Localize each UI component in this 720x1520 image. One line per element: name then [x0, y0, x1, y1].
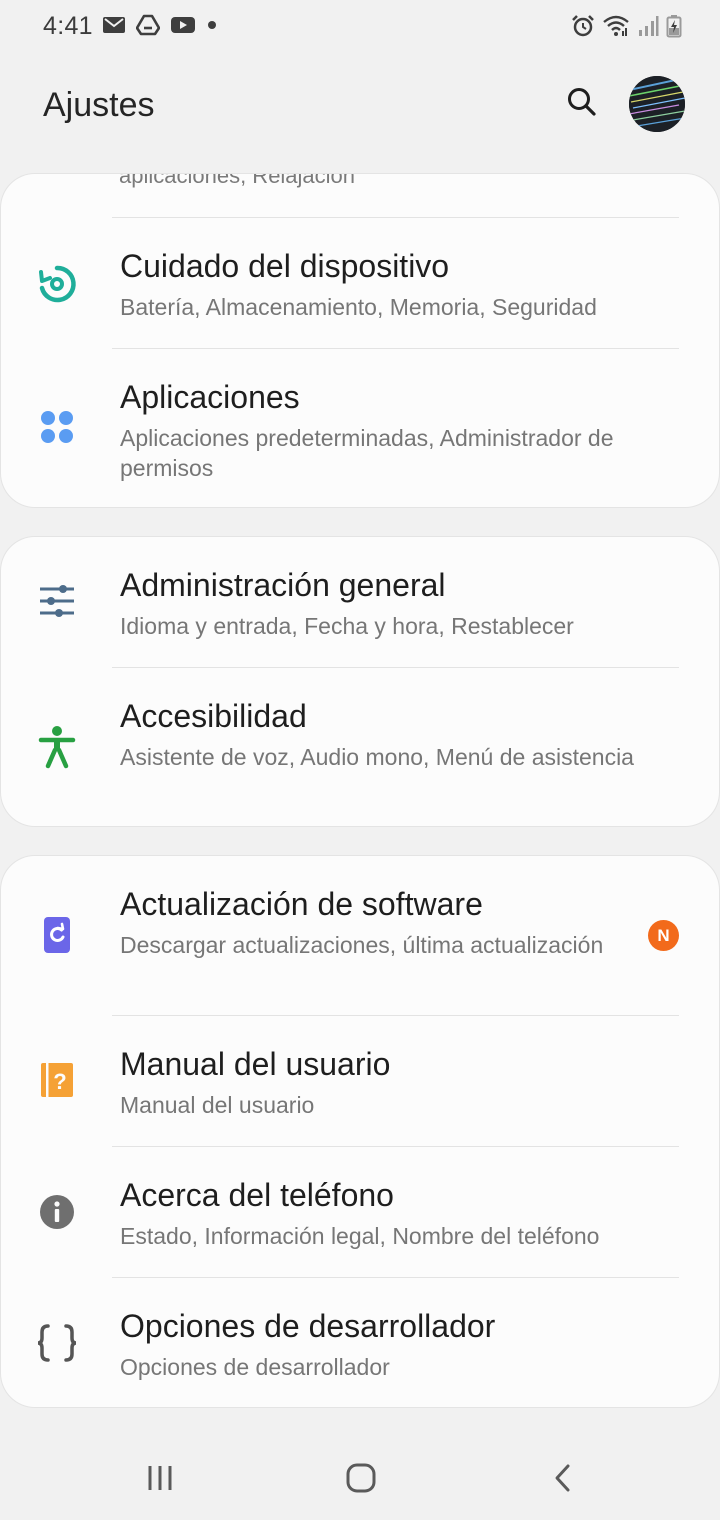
system-icons: [571, 14, 682, 38]
battery-charging-icon: [666, 14, 682, 38]
mail-icon: [102, 15, 126, 35]
youtube-icon: [170, 15, 196, 35]
settings-item-about-phone[interactable]: Acerca del teléfono Estado, Información …: [1, 1147, 719, 1277]
alarm-icon: [571, 14, 595, 38]
back-button[interactable]: [533, 1458, 593, 1502]
item-subtitle: Opciones de desarrollador: [120, 1354, 390, 1380]
device-care-icon: [35, 262, 79, 306]
software-update-icon: [35, 913, 79, 957]
settings-item-software-update[interactable]: Actualización de software Descargar actu…: [1, 856, 719, 1015]
item-subtitle: Estado, Información legal, Nombre del te…: [120, 1223, 600, 1249]
avatar[interactable]: [629, 76, 685, 132]
item-title: Opciones de desarrollador: [120, 1308, 496, 1344]
item-subtitle: Asistente de voz, Audio mono, Menú de as…: [120, 744, 634, 770]
info-icon: [35, 1190, 79, 1234]
item-subtitle: Aplicaciones predeterminadas, Administra…: [120, 425, 614, 481]
status-time: 4:41: [43, 12, 93, 40]
settings-item-developer-options[interactable]: Opciones de desarrollador Opciones de de…: [1, 1278, 719, 1407]
user-manual-icon: ?: [35, 1058, 79, 1102]
settings-item-general-management[interactable]: Administración general Idioma y entrada,…: [1, 537, 719, 667]
back-icon: [551, 1463, 575, 1498]
search-button[interactable]: [562, 84, 602, 124]
item-title: Aplicaciones: [120, 379, 300, 415]
item-subtitle: Idioma y entrada, Fecha y hora, Restable…: [120, 613, 574, 639]
drive-icon: [136, 14, 160, 36]
svg-text:?: ?: [53, 1069, 66, 1094]
sliders-icon: [35, 579, 79, 623]
settings-item-device-care[interactable]: Cuidado del dispositivo Batería, Almacen…: [1, 218, 719, 348]
status-bar: 4:41: [0, 0, 720, 56]
apps-icon: [35, 405, 79, 449]
dot-icon: [206, 19, 218, 31]
wifi-icon: [602, 15, 630, 37]
settings-item-user-manual[interactable]: ? Manual del usuario Manual del usuario: [1, 1016, 719, 1146]
item-title: Acerca del teléfono: [120, 1177, 394, 1213]
item-subtitle: Manual del usuario: [120, 1092, 315, 1118]
search-icon: [566, 86, 598, 123]
home-button[interactable]: [331, 1458, 391, 1502]
settings-group-2: Administración general Idioma y entrada,…: [1, 537, 719, 826]
signal-icon: [637, 15, 659, 37]
notification-icons: [102, 14, 218, 36]
settings-group-3: Actualización de software Descargar actu…: [1, 856, 719, 1407]
settings-group-1: aplicaciones, Relajación Cuidado del dis…: [1, 174, 719, 507]
braces-icon: [35, 1321, 79, 1365]
item-title: Manual del usuario: [120, 1046, 391, 1082]
item-title: Administración general: [120, 567, 446, 603]
app-header: Ajustes: [0, 56, 720, 166]
item-title: Actualización de software: [120, 886, 483, 922]
partial-item-subtitle: aplicaciones, Relajación: [119, 174, 356, 188]
settings-item-apps[interactable]: Aplicaciones Aplicaciones predeterminada…: [1, 349, 719, 507]
accessibility-icon: [35, 725, 79, 769]
item-title: Cuidado del dispositivo: [120, 248, 450, 284]
recent-apps-button[interactable]: [130, 1458, 190, 1502]
settings-item-accessibility[interactable]: Accesibilidad Asistente de voz, Audio mo…: [1, 668, 719, 826]
navigation-bar: [0, 1440, 720, 1520]
recent-apps-icon: [145, 1464, 175, 1497]
new-badge: N: [648, 920, 679, 951]
home-icon: [345, 1462, 377, 1499]
item-title: Accesibilidad: [120, 698, 307, 734]
page-title: Ajustes: [43, 86, 155, 124]
item-subtitle: Descargar actualizaciones, última actual…: [120, 932, 604, 958]
item-subtitle: Batería, Almacenamiento, Memoria, Seguri…: [120, 294, 597, 320]
